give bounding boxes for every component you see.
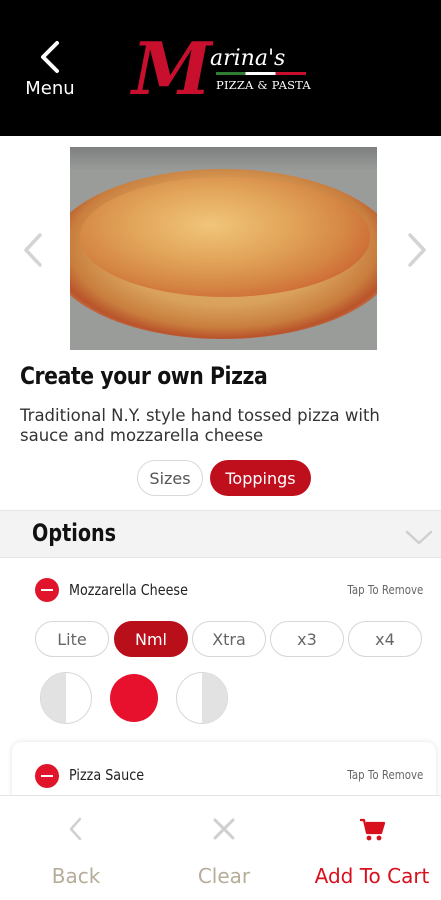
add-to-cart-label: Add To Cart: [314, 864, 430, 888]
topping-name: Mozzarella Cheese: [69, 581, 188, 599]
cart-icon: [360, 818, 386, 841]
tab-sizes[interactable]: Sizes: [137, 460, 203, 496]
app-header: Menu M arina's PIZZA & PASTA: [0, 0, 441, 136]
tap-to-remove-link[interactable]: Tap To Remove: [347, 768, 423, 782]
placement-whole-icon[interactable]: [110, 674, 158, 722]
chevron-down-icon: [405, 530, 433, 545]
carousel-next-icon[interactable]: [404, 232, 432, 268]
bottom-action-bar: Back Clear Add To Cart: [0, 795, 441, 900]
right-half-fill: [202, 673, 227, 723]
chevron-left-icon: [69, 817, 82, 841]
amount-normal[interactable]: Nml: [114, 621, 188, 657]
menu-back-label: Menu: [25, 78, 75, 99]
carousel-prev-icon[interactable]: [18, 232, 46, 268]
clear-button[interactable]: Clear: [180, 796, 268, 900]
restaurant-logo: M arina's PIZZA & PASTA: [130, 26, 320, 112]
logo-flag-stripe: [216, 72, 306, 75]
options-header-label: Options: [32, 519, 117, 547]
menu-back-button[interactable]: Menu: [20, 40, 80, 110]
amount-x4[interactable]: x4: [348, 621, 422, 657]
remove-topping-icon[interactable]: [35, 578, 59, 602]
logo-name: arina's: [210, 46, 286, 71]
topping-name: Pizza Sauce: [69, 766, 145, 784]
pizza-cheese: [80, 177, 370, 297]
image-shadow: [70, 147, 377, 171]
placement-right-half-icon[interactable]: [176, 672, 228, 724]
left-half-fill: [41, 673, 66, 723]
placement-left-half-icon[interactable]: [40, 672, 92, 724]
close-icon: [213, 818, 235, 840]
amount-lite[interactable]: Lite: [35, 621, 109, 657]
chevron-left-icon: [41, 41, 59, 73]
tap-to-remove-link[interactable]: Tap To Remove: [347, 583, 423, 597]
logo-subtitle: PIZZA & PASTA: [216, 78, 311, 92]
back-button[interactable]: Back: [34, 796, 118, 900]
add-to-cart-button[interactable]: Add To Cart: [306, 796, 438, 900]
product-image: [70, 147, 377, 350]
tab-toppings[interactable]: Toppings: [210, 460, 311, 496]
clear-label: Clear: [197, 864, 251, 888]
amount-extra[interactable]: Xtra: [192, 621, 266, 657]
back-label: Back: [51, 864, 101, 888]
remove-topping-icon[interactable]: [35, 764, 59, 788]
amount-x3[interactable]: x3: [270, 621, 344, 657]
product-title: Create your own Pizza: [20, 362, 268, 390]
product-description: Traditional N.Y. style hand tossed pizza…: [20, 406, 380, 445]
options-header[interactable]: Options: [0, 510, 441, 558]
logo-letter: M: [132, 26, 212, 111]
